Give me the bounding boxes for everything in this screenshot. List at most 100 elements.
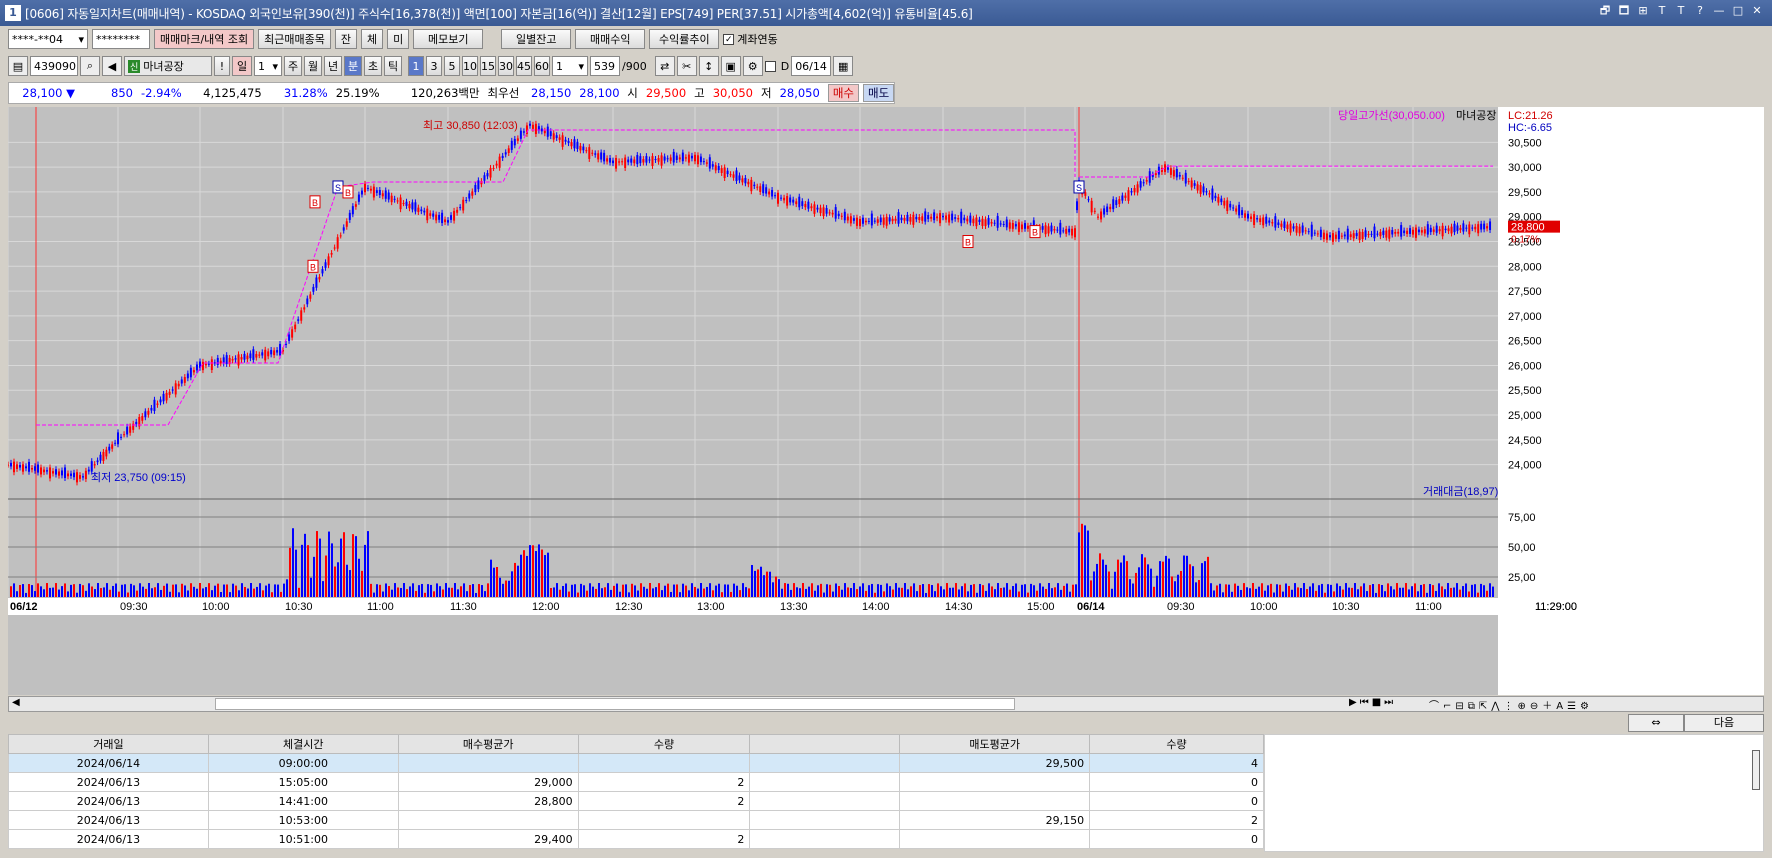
speaker-icon[interactable]: ◀ <box>102 56 122 76</box>
window-control-0[interactable]: 🗗 <box>1598 4 1612 18</box>
cursor-icon[interactable]: ↕ <box>698 56 719 76</box>
gear-icon[interactable]: ⚙ <box>742 56 763 76</box>
interval-select[interactable]: 1 ▾ <box>552 56 588 76</box>
compare-icon[interactable]: ⇄ <box>654 56 675 76</box>
table-row[interactable]: 2024/06/13 14:41:00 28,800 2 0 <box>8 791 1264 811</box>
table-row[interactable]: 2024/06/13 10:51:00 29,400 2 0 <box>8 829 1264 849</box>
recent-trades-button[interactable]: 최근매매종목 <box>258 29 331 49</box>
candle <box>951 213 954 221</box>
window-control-8[interactable]: ✕ <box>1750 4 1764 18</box>
volume-bar <box>640 583 642 597</box>
volume-bar <box>1390 586 1392 597</box>
toggle-view-button[interactable]: ⇔ <box>1628 714 1684 732</box>
table-cell <box>397 753 579 773</box>
stock-code-input[interactable]: 439090 <box>30 56 78 76</box>
volume-bar <box>844 583 846 597</box>
volume-bar <box>670 591 672 597</box>
che-button[interactable]: 체 <box>361 29 384 49</box>
memo-button[interactable]: 메모보기 <box>413 29 484 49</box>
calendar-icon[interactable]: ▦ <box>833 56 854 76</box>
minute-button[interactable]: 30 <box>498 56 514 76</box>
account-link-checkbox[interactable]: ✓ 계좌연동 <box>723 31 778 47</box>
trade-mark-button[interactable]: 매매마크/내역 조회 <box>154 29 255 49</box>
candle <box>1298 226 1301 234</box>
date-input[interactable]: 06/14 <box>791 56 832 76</box>
volume-bar <box>811 583 813 597</box>
scroll-thumb[interactable] <box>215 698 1015 710</box>
minute-button[interactable]: 5 <box>444 56 460 76</box>
volume-bar <box>805 588 807 597</box>
table-scrollbar[interactable] <box>1752 750 1760 790</box>
chart-scrollbar[interactable]: ◀ ▶⏮■⏭ ⌒⌐⊟⧉⇱⋀⋮⊕⊖＋A☰⚙ <box>8 696 1764 712</box>
stock-chart[interactable]: 30,50030,00029,50029,00028,50028,00027,5… <box>8 107 1764 695</box>
period-button[interactable]: 년 <box>324 56 342 76</box>
tools-icon[interactable]: ✂ <box>676 56 697 76</box>
volume-bar <box>1483 585 1485 597</box>
sell-button[interactable]: 매도 <box>863 84 895 102</box>
minute-button[interactable]: 15 <box>480 56 496 76</box>
next-button[interactable]: 다음 <box>1684 714 1764 732</box>
volume-bar <box>1105 564 1107 597</box>
candle <box>780 197 783 199</box>
period-button[interactable]: 분 <box>344 56 362 76</box>
volume-bar <box>1096 563 1098 597</box>
volume-bar <box>769 571 771 597</box>
minute-button[interactable]: 3 <box>426 56 442 76</box>
table-row[interactable]: 2024/06/13 10:53:00 29,150 2 <box>8 810 1264 830</box>
minute-button[interactable]: 10 <box>462 56 478 76</box>
playback-controls-icon[interactable]: ▶⏮■⏭ <box>1349 697 1396 708</box>
table-row[interactable]: 2024/06/13 15:05:00 29,000 2 0 <box>8 772 1264 792</box>
volume-bar <box>760 566 762 597</box>
password-field[interactable]: ******** <box>92 29 150 49</box>
volume-bar <box>1237 585 1239 597</box>
minute-button[interactable]: 45 <box>516 56 532 76</box>
window-control-1[interactable]: 🗖 <box>1617 4 1631 18</box>
period-day-button[interactable]: 일 <box>232 56 252 76</box>
search-icon[interactable]: ⌕ <box>80 56 100 76</box>
save-icon[interactable]: ▣ <box>720 56 741 76</box>
candle <box>8 464 9 466</box>
period-num-select[interactable]: 1 ▾ <box>254 56 282 76</box>
candle <box>1024 223 1026 229</box>
window-control-4[interactable]: T <box>1674 4 1688 18</box>
candle <box>43 469 45 473</box>
candle <box>1420 230 1423 233</box>
volume-bar <box>946 583 948 597</box>
volume-bar <box>262 590 264 597</box>
candle <box>966 218 969 222</box>
trade-profit-button[interactable]: 매매수익 <box>575 29 646 49</box>
jan-button[interactable]: 잔 <box>334 29 358 49</box>
count-input[interactable]: 539 <box>590 56 620 76</box>
account-select[interactable]: ****-**04 ▾ <box>8 29 88 49</box>
candle <box>909 216 912 222</box>
window-control-5[interactable]: ? <box>1693 4 1707 18</box>
time-label: 11:29:00 <box>1535 601 1577 613</box>
volume-bar <box>268 583 270 597</box>
stock-name-field[interactable]: 신 마녀공장 <box>124 56 212 76</box>
d-checkbox[interactable] <box>764 60 776 72</box>
candle <box>588 147 591 159</box>
alert-button[interactable]: ! <box>214 56 230 76</box>
scroll-left-icon[interactable]: ◀ <box>12 697 20 708</box>
chart-tools-icon[interactable]: ⌒⌐⊟⧉⇱⋀⋮⊕⊖＋A☰⚙ <box>1429 697 1593 712</box>
panel-icon[interactable]: ▤ <box>8 56 28 76</box>
window-control-6[interactable]: — <box>1712 4 1726 18</box>
low-label: 저 <box>760 86 772 100</box>
mi-button[interactable]: 미 <box>387 29 410 49</box>
window-control-3[interactable]: T <box>1655 4 1669 18</box>
volume-tick: 50,00 <box>1508 542 1536 554</box>
profit-rate-button[interactable]: 수익률추이 <box>649 29 720 49</box>
period-button[interactable]: 주 <box>284 56 302 76</box>
daily-balance-button[interactable]: 일별잔고 <box>501 29 572 49</box>
period-button[interactable]: 틱 <box>384 56 402 76</box>
buy-button[interactable]: 매수 <box>827 84 859 102</box>
window-control-2[interactable]: ⊞ <box>1636 4 1650 18</box>
volume-bar <box>763 575 765 597</box>
table-row[interactable]: 2024/06/14 09:00:00 29,500 4 <box>8 753 1264 773</box>
period-button[interactable]: 월 <box>304 56 322 76</box>
best-price-2: 28,100 <box>579 86 620 100</box>
minute-button[interactable]: 60 <box>534 56 550 76</box>
minute-button[interactable]: 1 <box>408 56 424 76</box>
window-control-7[interactable]: □ <box>1731 4 1745 18</box>
period-button[interactable]: 초 <box>364 56 382 76</box>
